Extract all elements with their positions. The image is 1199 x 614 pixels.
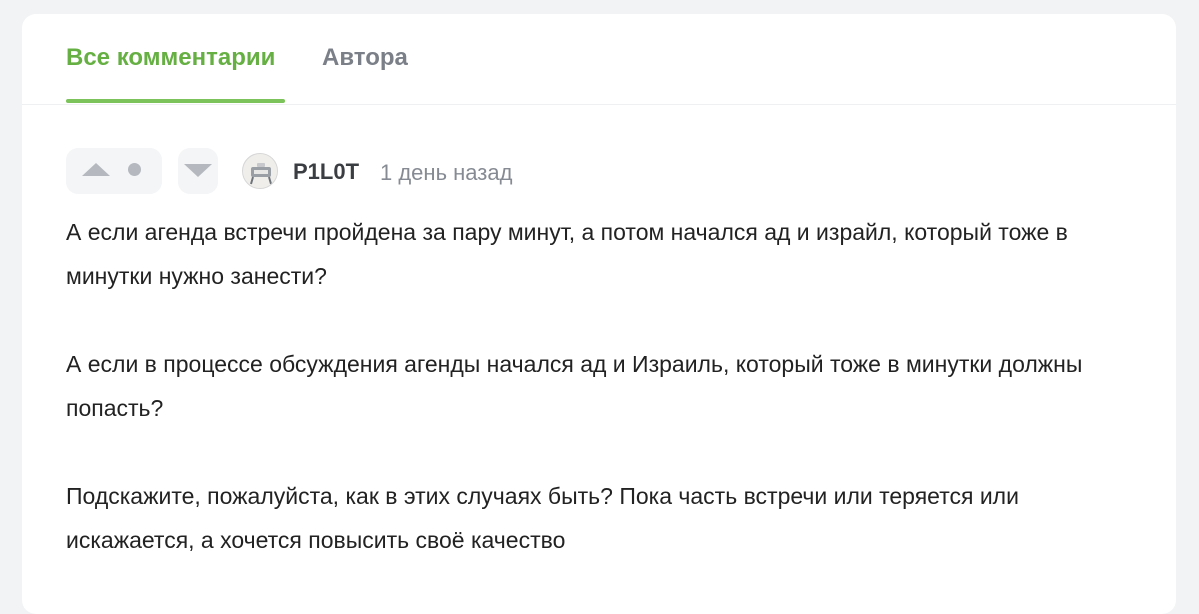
comment-paragraph-2: А если в процессе обсуждения агенды нача… (66, 351, 1083, 421)
downvote-button[interactable] (178, 148, 218, 194)
score-dot-icon (128, 163, 141, 176)
arrow-down-icon (184, 164, 212, 177)
comment-timestamp[interactable]: 1 день назад (380, 160, 512, 186)
avatar[interactable] (242, 153, 278, 189)
comments-card: Все комментарии Автора P1L0T 1 день наза… (22, 14, 1176, 614)
active-tab-indicator (66, 99, 285, 103)
tab-author[interactable]: Автора (322, 44, 408, 72)
comment-text: А если агенда встречи пройдена за пару м… (66, 210, 1146, 606)
comment-paragraph-1: А если агенда встречи пройдена за пару м… (66, 219, 1068, 289)
comment-author[interactable]: P1L0T (293, 159, 359, 185)
comment-tabs: Все комментарии Автора (22, 14, 1176, 105)
upvote-button[interactable] (66, 148, 162, 194)
avatar-image (243, 154, 277, 188)
tab-all-comments[interactable]: Все комментарии (66, 44, 275, 72)
comment-header: P1L0T 1 день назад (66, 148, 766, 194)
arrow-up-icon (82, 163, 110, 176)
comment-paragraph-3: Подскажите, пожалуйста, как в этих случа… (66, 483, 1019, 553)
